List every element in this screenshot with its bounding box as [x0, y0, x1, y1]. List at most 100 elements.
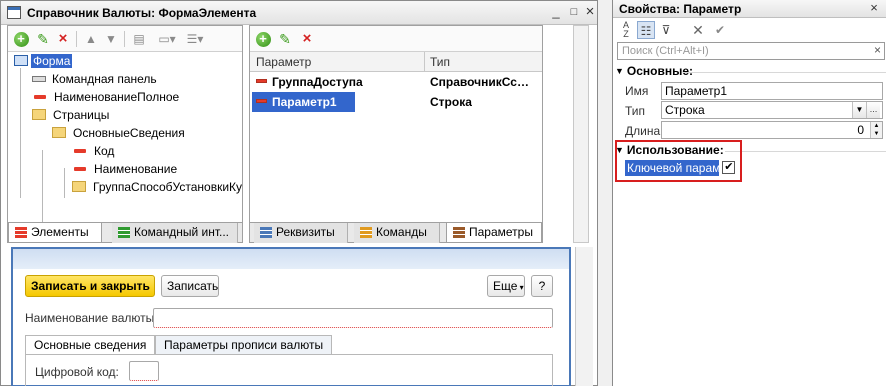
field-icon	[74, 149, 86, 153]
form-preview: Записать и закрыть Записать Еще ▾ ? Наим…	[11, 247, 571, 386]
tab-main-info[interactable]: Основные сведения	[25, 335, 156, 355]
tab-label: Элементы	[31, 225, 89, 239]
apply-icon[interactable]: ✔	[711, 21, 729, 39]
digital-code-input[interactable]	[129, 361, 159, 381]
parameter-icon	[256, 99, 267, 103]
add-element-button[interactable]: +	[12, 30, 30, 48]
attributes-tab-icon	[260, 227, 272, 238]
tree-item-full-name[interactable]: НаименованиеПолное	[34, 88, 181, 106]
parameters-tab-icon	[453, 227, 465, 238]
left-pane-tabs: Элементы Командный инт...	[8, 222, 242, 243]
save-button[interactable]: Записать	[161, 275, 219, 297]
parameter-name: Параметр1	[272, 95, 337, 109]
add-icon: +	[13, 32, 29, 47]
tab-attributes[interactable]: Реквизиты	[254, 223, 348, 243]
table-row[interactable]: ГруппаДоступа СправочникСсылка.Групп...	[250, 72, 542, 92]
tree-item-label: НаименованиеПолное	[54, 90, 180, 104]
key-parameter-row[interactable]: Ключевой параме ✔	[625, 160, 736, 176]
type-value: Строка	[665, 103, 705, 117]
elements-tree: Форма Командная панель НаименованиеПолно…	[8, 52, 242, 230]
tree-line	[42, 150, 43, 224]
tab-label: Параметры	[469, 225, 533, 239]
save-and-close-button[interactable]: Записать и закрыть	[25, 275, 155, 297]
form-editor-title: Справочник Валюты: ФормаЭлемента	[27, 6, 257, 20]
move-up-icon[interactable]: ▲	[82, 30, 100, 48]
right-pane-tabs: Реквизиты Команды Параметры	[250, 222, 542, 243]
sort-alphabetical-icon[interactable]: AZ	[617, 21, 635, 39]
section-label: Основные:	[626, 64, 694, 78]
key-parameter-checkbox[interactable]: ✔	[722, 161, 736, 174]
tree-item-label: Наименование	[94, 162, 178, 176]
more-actions-icon[interactable]: ☰▾	[186, 30, 204, 48]
form-editor-window: Справочник Валюты: ФормаЭлемента _ □ × +…	[0, 0, 598, 386]
tab-label: Реквизиты	[276, 225, 335, 239]
delete-icon[interactable]: ×	[54, 30, 72, 48]
clear-icon[interactable]: ✕	[689, 21, 707, 39]
folder-icon	[72, 181, 86, 192]
spin-buttons[interactable]: ▲ ▼	[870, 122, 882, 138]
ellipsis-icon[interactable]: …	[866, 102, 880, 118]
properties-window: Свойства: Параметр × AZ ☷ ⊽ ✕ ✔ Поиск (C…	[612, 0, 886, 386]
view-mode-icon[interactable]: ▭▾	[158, 30, 176, 48]
properties-toolbar: AZ ☷ ⊽ ✕ ✔	[613, 18, 886, 42]
tree-item-label: Страницы	[53, 108, 110, 122]
tree-item-pages[interactable]: Страницы	[32, 106, 111, 124]
delete-icon[interactable]: ×	[298, 30, 316, 48]
filter-icon[interactable]: ⊽	[657, 21, 675, 39]
tree-item-label: ГруппаСпособУстановкиКу	[93, 180, 242, 194]
command-interface-tab-icon	[118, 227, 130, 238]
tree-line	[64, 168, 65, 198]
currency-name-input[interactable]	[153, 308, 553, 328]
length-input[interactable]: 0 ▲ ▼	[661, 121, 883, 139]
type-label: Тип	[625, 104, 646, 118]
name-input[interactable]: Параметр1	[661, 82, 883, 100]
tree-item-code[interactable]: Код	[74, 142, 116, 160]
chevron-down-icon[interactable]: ▼	[852, 102, 866, 118]
folder-icon	[32, 109, 46, 120]
command-panel-icon	[32, 76, 46, 82]
close-button[interactable]: ×	[865, 0, 883, 18]
search-placeholder: Поиск (Ctrl+Alt+I)	[622, 45, 709, 57]
table-row-selected[interactable]: Параметр1 Строка	[250, 92, 542, 112]
tree-item-label: Код	[94, 144, 115, 158]
parameters-pane: + ✎ × Параметр Тип ГруппаДоступа Справоч…	[249, 25, 543, 243]
tab-parameters[interactable]: Параметры	[446, 223, 542, 243]
elements-tab-icon	[15, 227, 27, 238]
preview-scrollbar[interactable]	[575, 247, 593, 386]
properties-titlebar: Свойства: Параметр ×	[613, 0, 886, 18]
tab-commands[interactable]: Команды	[354, 223, 440, 243]
parameter-name: ГруппаДоступа	[272, 75, 363, 89]
clear-search-icon[interactable]: ×	[874, 43, 881, 57]
tab-elements[interactable]: Элементы	[8, 223, 102, 243]
structure-icon[interactable]: ▤	[130, 30, 148, 48]
tab-command-interface[interactable]: Командный инт...	[112, 223, 238, 243]
vertical-scrollbar[interactable]	[573, 25, 589, 243]
tree-item-command-panel[interactable]: Командная панель	[32, 70, 159, 88]
tree-item-main-info[interactable]: ОсновныеСведения	[52, 124, 187, 142]
properties-search-input[interactable]: Поиск (Ctrl+Alt+I) ×	[617, 42, 885, 60]
section-main[interactable]: ▼ Основные:	[615, 64, 693, 78]
tree-item-form[interactable]: Форма	[14, 52, 73, 70]
add-parameter-button[interactable]: +	[254, 30, 272, 48]
commands-tab-icon	[360, 227, 372, 238]
tree-item-rate-group[interactable]: ГруппаСпособУстановкиКу	[72, 178, 242, 196]
type-select[interactable]: Строка ▼ …	[661, 101, 883, 119]
more-label: Еще	[493, 279, 518, 293]
tab-currency-spelling[interactable]: Параметры прописи валюты	[155, 335, 333, 355]
collapse-triangle-icon: ▼	[615, 66, 624, 76]
tree-item-name[interactable]: Наименование	[74, 160, 179, 178]
minimize-button[interactable]: _	[547, 4, 565, 22]
parameters-grid-header: Параметр Тип	[250, 52, 542, 72]
help-button[interactable]: ?	[531, 275, 553, 297]
elements-pane: + ✎ × ▲ ▼ ▤ ▭▾ ☰▾ Форма Командная панель…	[7, 25, 243, 243]
column-type[interactable]: Тип	[430, 55, 450, 69]
edit-icon[interactable]: ✎	[276, 30, 294, 48]
categorized-view-icon[interactable]: ☷	[637, 21, 655, 39]
more-button[interactable]: Еще ▾	[487, 275, 525, 297]
field-icon	[74, 167, 86, 171]
preview-header-strip	[13, 249, 569, 269]
column-parameter[interactable]: Параметр	[256, 55, 311, 69]
edit-icon[interactable]: ✎	[34, 30, 52, 48]
close-button[interactable]: ×	[581, 4, 599, 22]
move-down-icon[interactable]: ▼	[102, 30, 120, 48]
